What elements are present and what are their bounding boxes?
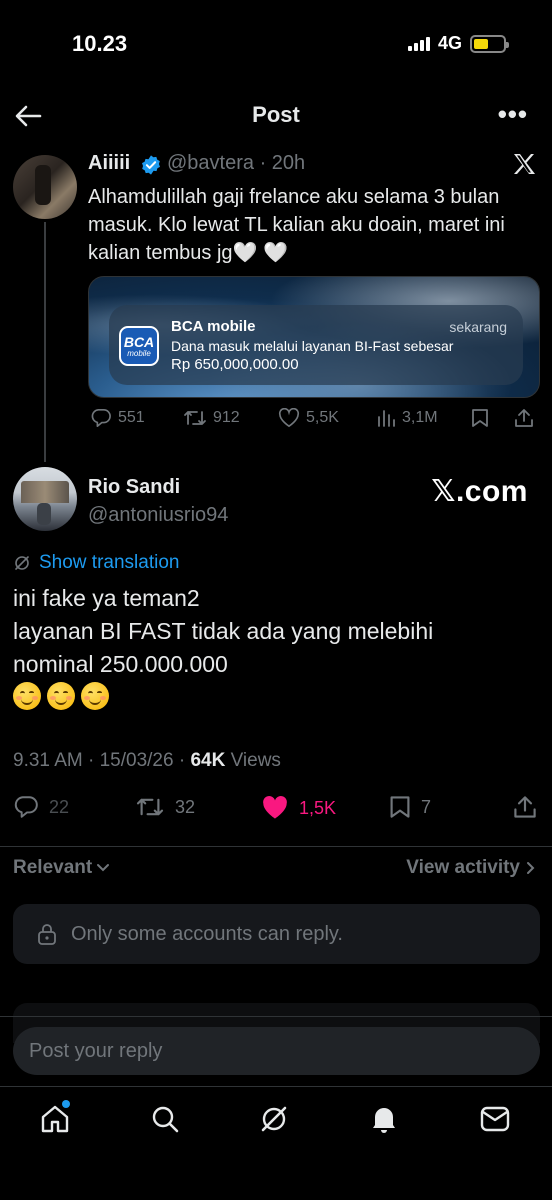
bookmark-button[interactable]: 7 [389,795,431,819]
notifications-icon [369,1103,399,1135]
like-icon [261,795,289,821]
quoted-post-actions: 551 912 5,5K 3,1M [88,408,540,434]
bookmark-button[interactable] [471,408,489,428]
reply-button[interactable]: 22 [13,795,69,819]
search-icon [150,1104,180,1134]
translate-icon [13,554,31,572]
x-watermark: 𝕏.com [431,475,528,508]
show-translation-link[interactable]: Show translation [13,552,179,574]
view-activity-link[interactable]: View activity [406,857,536,879]
quoted-post-text: Alhamdulillah gaji frelance aku selama 3… [88,186,505,264]
tab-home[interactable] [38,1100,72,1136]
like-button[interactable]: 1,5K [261,795,336,821]
avatar-author[interactable] [13,467,77,531]
reply-button[interactable]: 551 [90,408,145,428]
like-icon [278,408,300,428]
tab-notifications[interactable] [367,1102,401,1136]
views-button[interactable]: 3,1M [376,408,438,428]
divider [0,846,552,847]
post-meta: 9.31 AM · 15/03/26 · 64K Views [13,750,281,771]
sort-dropdown[interactable]: Relevant [13,857,110,879]
tab-search[interactable] [148,1102,182,1136]
signal-icon [407,36,430,51]
battery-icon [470,34,509,53]
thread-line [44,222,46,462]
status-indicators: 4G [407,33,509,54]
smile-emoji-icon [81,682,109,710]
more-icon[interactable]: ••• [498,101,528,127]
page-title: Post [252,102,300,127]
repost-icon [135,795,165,819]
notification-app-name: BCA mobile [171,318,256,335]
tab-messages[interactable] [478,1102,512,1136]
like-button[interactable]: 5,5K [278,408,339,428]
bca-app-icon: BCA mobile [119,326,159,366]
repost-icon [183,408,207,428]
quoted-handle-time: @bavtera · 20h [167,152,306,174]
share-icon [513,795,537,819]
messages-icon [479,1105,511,1133]
quoted-author-name[interactable]: Aiiiii [88,152,130,175]
verified-icon [140,154,162,176]
notification-dot [62,1100,70,1108]
notification-time: sekarang [449,319,507,335]
share-button[interactable] [514,408,534,428]
share-button[interactable] [513,795,537,819]
repost-button[interactable]: 32 [135,795,195,819]
views-count[interactable]: 64K [190,750,225,771]
chevron-right-icon [526,861,536,875]
quoted-post-image[interactable]: BCA mobile BCA mobile sekarang Dana masuk… [88,276,540,398]
bookmark-icon [471,408,489,428]
smile-emoji-icon [47,682,75,710]
views-icon [376,408,396,428]
divider [0,1086,552,1087]
repost-button[interactable]: 912 [183,408,240,428]
reply-restriction-notice: Only some accounts can reply. [13,904,540,964]
reply-icon [13,795,39,819]
reply-icon [90,408,112,428]
avatar-quoted[interactable] [13,155,77,219]
network-label: 4G [437,33,462,53]
divider [0,1016,552,1017]
post-actions: 22 32 1,5K 7 [13,795,540,825]
bank-notification: BCA mobile BCA mobile sekarang Dana masuk… [109,305,523,385]
smile-emoji-icon [13,682,41,710]
share-icon [514,408,534,428]
smile-emojis [13,682,109,710]
chevron-down-icon [96,863,110,873]
lock-icon [37,922,57,946]
bookmark-icon [389,795,411,819]
status-time: 10.23 [72,31,128,56]
x-logo-icon [512,152,536,176]
grok-icon [258,1103,290,1135]
author-handle[interactable]: @antoniusrio94 [88,504,228,527]
tab-grok[interactable] [257,1102,291,1136]
author-name[interactable]: Rio Sandi [88,476,180,499]
notification-amount: Rp 650,000,000.00 [171,356,299,373]
reply-input[interactable] [13,1027,540,1075]
notification-message: Dana masuk melalui layanan BI-Fast sebes… [171,338,454,354]
post-text: ini fake ya teman2 layanan BI FAST tidak… [13,585,434,677]
